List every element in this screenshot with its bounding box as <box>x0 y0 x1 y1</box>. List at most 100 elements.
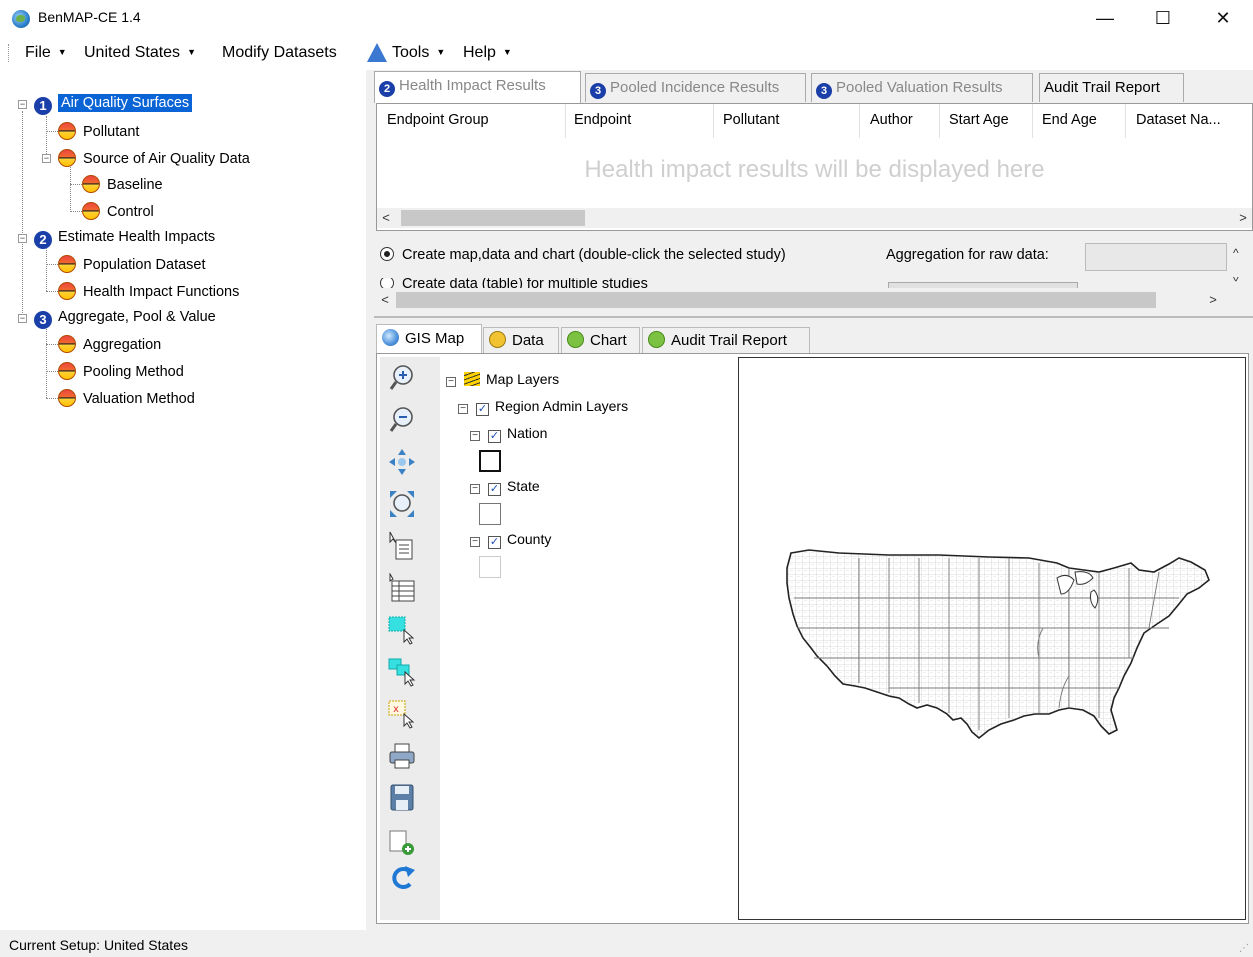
results-grid[interactable]: Endpoint Group Endpoint Pollutant Author… <box>376 103 1253 231</box>
minimize-button[interactable]: — <box>1082 2 1128 34</box>
clear-selection-icon[interactable]: x <box>388 699 416 729</box>
collapse-toggle[interactable]: − <box>42 154 51 163</box>
column-header[interactable]: Author <box>870 112 913 128</box>
column-divider[interactable] <box>1032 104 1033 138</box>
checkbox-checked-icon[interactable]: ✓ <box>488 430 501 443</box>
collapse-toggle[interactable]: − <box>18 100 27 109</box>
collapse-toggle[interactable]: − <box>18 314 27 323</box>
add-layer-icon[interactable] <box>388 827 416 857</box>
menu-tools[interactable]: Tools ▼ <box>392 44 445 62</box>
collapse-toggle[interactable]: − <box>470 537 480 547</box>
tree-connector <box>46 246 47 291</box>
layer-region-admin[interactable]: − ✓ Region Admin Layers <box>458 398 628 416</box>
clipped-button[interactable] <box>888 282 1078 288</box>
column-divider[interactable] <box>939 104 940 138</box>
checkbox-checked-icon[interactable]: ✓ <box>488 483 501 496</box>
close-button[interactable]: ✕ <box>1200 2 1246 34</box>
zoom-full-extent-icon[interactable] <box>388 489 416 519</box>
print-icon[interactable] <box>388 741 416 771</box>
checkbox-checked-icon[interactable]: ✓ <box>476 403 489 416</box>
column-header[interactable]: Pollutant <box>723 112 779 128</box>
resize-grip-icon[interactable]: ⋰ <box>1239 943 1249 954</box>
collapse-toggle[interactable]: − <box>446 377 456 387</box>
menu-help[interactable]: Help ▼ <box>463 44 512 62</box>
zoom-out-icon[interactable] <box>388 405 416 435</box>
layer-map-layers[interactable]: − Map Layers <box>446 371 559 387</box>
column-divider[interactable] <box>713 104 714 138</box>
vertical-splitter[interactable] <box>366 70 374 930</box>
checkbox-checked-icon[interactable]: ✓ <box>488 536 501 549</box>
maximize-button[interactable]: ☐ <box>1140 2 1186 34</box>
layer-county[interactable]: − ✓ County <box>470 531 551 549</box>
column-divider[interactable] <box>859 104 860 138</box>
tab-pooled-incidence-results[interactable]: 3 Pooled Incidence Results <box>585 73 806 102</box>
collapse-toggle[interactable]: − <box>470 484 480 494</box>
radio-create-data-table[interactable]: Create data (table) for multiple studies <box>380 278 648 288</box>
select-features-icon[interactable] <box>388 615 416 645</box>
tab-data[interactable]: Data <box>483 327 559 353</box>
refresh-icon[interactable] <box>388 863 416 893</box>
column-header[interactable]: Start Age <box>949 112 1009 128</box>
layer-nation[interactable]: − ✓ Nation <box>470 425 547 443</box>
tab-audit-trail[interactable]: Audit Trail Report <box>642 327 810 353</box>
attribute-table-icon[interactable] <box>388 573 416 603</box>
scroll-left-icon[interactable]: < <box>377 208 395 228</box>
save-icon[interactable] <box>388 783 416 813</box>
tree-population-dataset[interactable]: Population Dataset <box>58 255 206 273</box>
menu-region[interactable]: United States ▼ <box>84 44 196 62</box>
tree-connector <box>46 326 47 398</box>
status-ball-icon <box>58 149 76 167</box>
tab-chart[interactable]: Chart <box>561 327 640 353</box>
menu-file[interactable]: File ▼ <box>25 44 67 62</box>
scroll-left-icon[interactable]: < <box>376 290 394 310</box>
column-divider[interactable] <box>565 104 566 138</box>
step-1-icon: 1 <box>34 97 52 115</box>
scroll-thumb[interactable] <box>396 292 1156 308</box>
scroll-right-icon[interactable]: > <box>1234 208 1252 228</box>
column-header[interactable]: Endpoint <box>574 112 631 128</box>
state-symbol-swatch[interactable] <box>479 503 501 525</box>
aggregation-select[interactable] <box>1085 243 1227 271</box>
options-horizontal-scrollbar[interactable]: < > <box>376 290 1228 310</box>
scroll-thumb[interactable] <box>401 210 585 226</box>
tree-estimate-health-impacts[interactable]: 2 Estimate Health Impacts <box>34 229 215 249</box>
collapse-toggle[interactable]: − <box>470 431 480 441</box>
grid-horizontal-scrollbar[interactable]: < > <box>377 208 1252 228</box>
column-header[interactable]: Endpoint Group <box>387 112 489 128</box>
county-symbol-swatch[interactable] <box>479 556 501 578</box>
tab-gis-map[interactable]: GIS Map <box>376 324 482 354</box>
tree-baseline[interactable]: Baseline <box>82 175 163 193</box>
column-divider[interactable] <box>1125 104 1126 138</box>
select-by-rectangle-icon[interactable] <box>388 657 416 687</box>
scroll-down-icon[interactable]: ^ <box>1233 270 1239 284</box>
tree-air-quality-surfaces[interactable]: 1 Air Quality Surfaces <box>34 94 193 115</box>
scroll-right-icon[interactable]: > <box>1204 290 1222 310</box>
tree-aggregation[interactable]: Aggregation <box>58 335 161 353</box>
tree-aggregate-pool-value[interactable]: 3 Aggregate, Pool & Value <box>34 309 216 329</box>
identify-icon[interactable] <box>388 531 416 561</box>
nation-symbol-swatch[interactable] <box>479 450 501 472</box>
tree-source-air-quality[interactable]: Source of Air Quality Data <box>58 149 250 167</box>
horizontal-splitter[interactable] <box>374 316 1253 318</box>
scroll-up-icon[interactable]: ^ <box>1233 246 1239 260</box>
status-ball-icon <box>58 335 76 353</box>
tree-pooling-method[interactable]: Pooling Method <box>58 362 184 380</box>
menu-modify-datasets[interactable]: Modify Datasets <box>222 44 337 62</box>
tree-control[interactable]: Control <box>82 202 154 220</box>
layer-state[interactable]: − ✓ State <box>470 478 540 496</box>
tree-health-impact-functions[interactable]: Health Impact Functions <box>58 282 239 300</box>
tree-connector <box>46 344 58 345</box>
column-header[interactable]: End Age <box>1042 112 1097 128</box>
zoom-in-icon[interactable] <box>388 363 416 393</box>
tree-valuation-method[interactable]: Valuation Method <box>58 389 195 407</box>
pan-icon[interactable] <box>388 447 416 477</box>
radio-create-map-data-chart[interactable]: Create map,data and chart (double-click … <box>380 247 786 263</box>
collapse-toggle[interactable]: − <box>18 234 27 243</box>
column-header[interactable]: Dataset Na... <box>1136 112 1221 128</box>
collapse-toggle[interactable]: − <box>458 404 468 414</box>
tab-audit-trail-report[interactable]: Audit Trail Report <box>1039 73 1184 102</box>
tree-pollutant[interactable]: Pollutant <box>58 122 139 140</box>
tab-health-impact-results[interactable]: 2 Health Impact Results <box>374 71 581 103</box>
map-canvas[interactable] <box>738 357 1246 920</box>
tab-pooled-valuation-results[interactable]: 3 Pooled Valuation Results <box>811 73 1033 102</box>
